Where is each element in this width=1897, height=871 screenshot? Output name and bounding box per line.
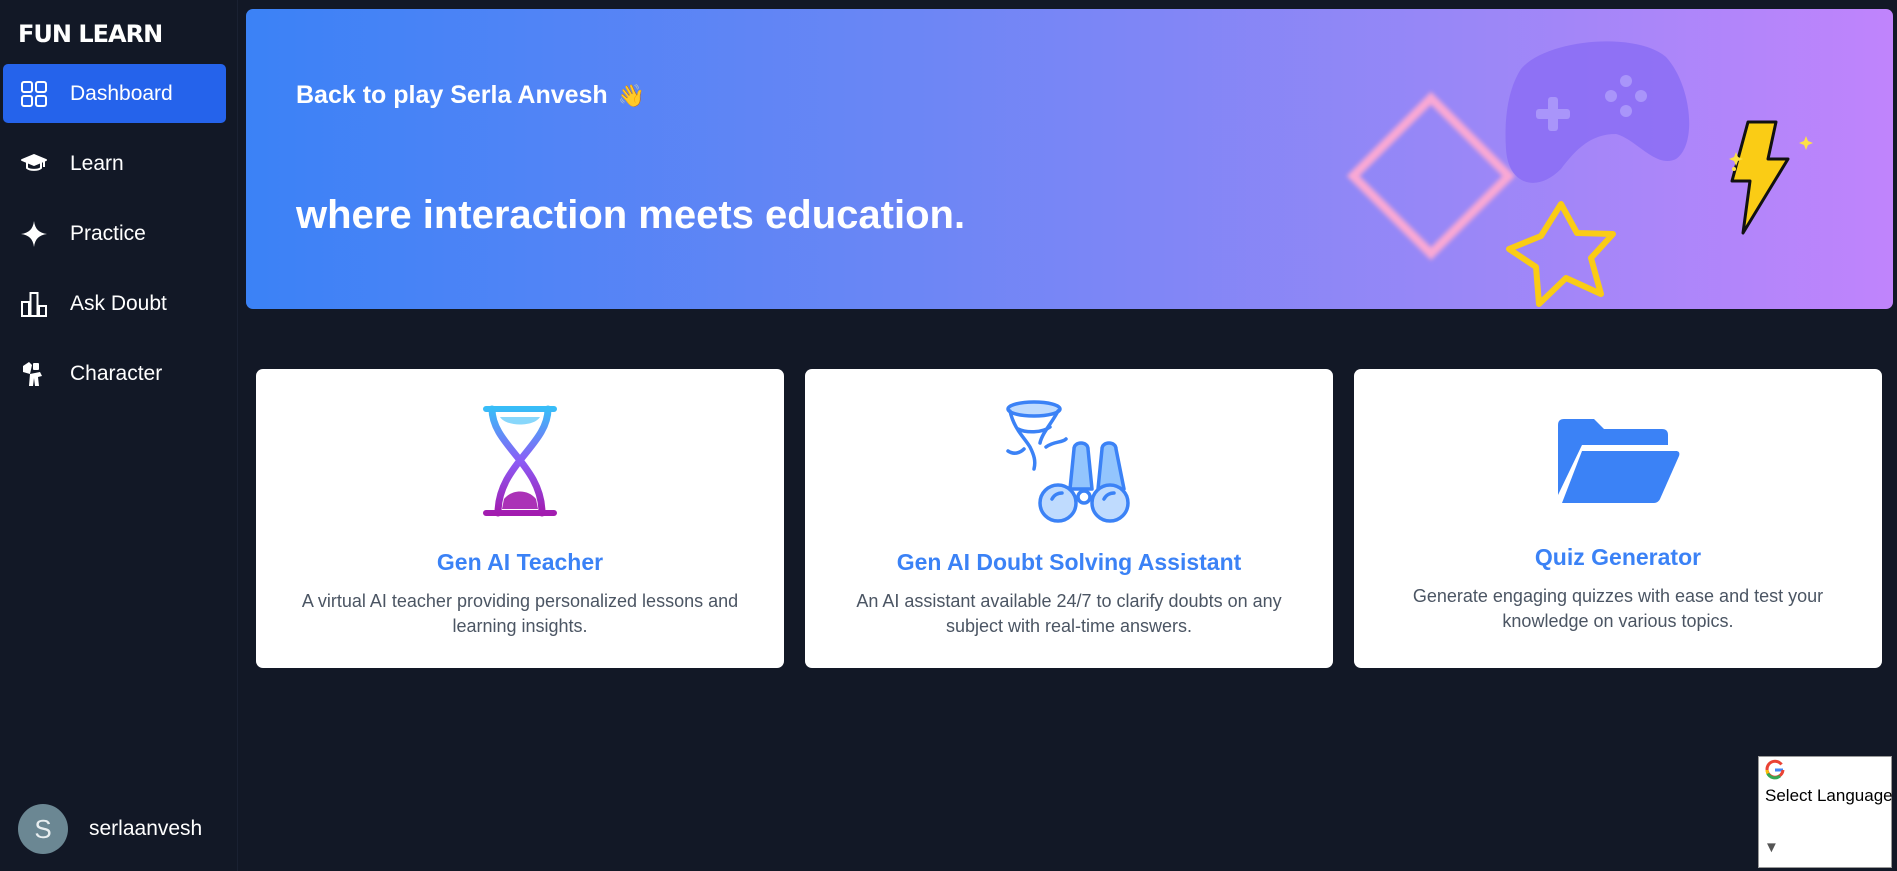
avatar[interactable]: S bbox=[18, 804, 68, 854]
sidebar-item-practice[interactable]: Practice bbox=[3, 204, 226, 263]
binoculars-icon bbox=[805, 399, 1333, 525]
sidebar-item-label: Learn bbox=[70, 151, 124, 175]
banner-decoration bbox=[1346, 41, 1813, 307]
folder-icon bbox=[1354, 419, 1882, 503]
star-icon bbox=[1506, 201, 1616, 307]
sidebar-item-label: Dashboard bbox=[70, 81, 173, 105]
bar-chart-icon bbox=[19, 289, 49, 319]
card-doubt-assistant[interactable]: Gen AI Doubt Solving Assistant An AI ass… bbox=[805, 369, 1333, 668]
diamond-icon bbox=[1346, 91, 1516, 261]
sidebar-nav: Dashboard Learn Practice Ask Doubt Chara… bbox=[3, 64, 226, 414]
sparkle-icon bbox=[19, 219, 49, 249]
chevron-down-icon[interactable]: ▼ bbox=[1764, 839, 1779, 856]
shirt-icon bbox=[19, 359, 49, 389]
card-description: Generate engaging quizzes with ease and … bbox=[1412, 586, 1824, 631]
card-description: An AI assistant available 24/7 to clarif… bbox=[856, 591, 1282, 636]
lightning-icon bbox=[1729, 120, 1813, 235]
select-language-label[interactable]: Select Language bbox=[1765, 786, 1893, 806]
user-profile[interactable]: S serlaanvesh bbox=[18, 804, 202, 854]
sidebar-item-character[interactable]: Character bbox=[3, 344, 226, 403]
gamepad-icon bbox=[1505, 41, 1690, 183]
sidebar-item-ask-doubt[interactable]: Ask Doubt bbox=[3, 274, 226, 333]
username: serlaanvesh bbox=[89, 817, 203, 840]
language-selector[interactable]: Select Language ▼ bbox=[1758, 756, 1893, 868]
welcome-banner: Back to play Serla Anvesh 👋 where interac… bbox=[246, 9, 1893, 309]
sidebar: FUN LEARN Dashboard Learn Practice Ask D… bbox=[0, 0, 238, 871]
sidebar-item-dashboard[interactable]: Dashboard bbox=[3, 64, 226, 123]
sidebar-item-learn[interactable]: Learn bbox=[3, 134, 226, 193]
sidebar-item-label: Practice bbox=[70, 221, 146, 245]
hourglass-icon bbox=[256, 405, 784, 517]
card-description: A virtual AI teacher providing personali… bbox=[301, 591, 739, 636]
graduation-cap-icon bbox=[19, 149, 49, 179]
card-title: Quiz Generator bbox=[1534, 544, 1702, 570]
card-quiz-generator[interactable]: Quiz Generator Generate engaging quizzes… bbox=[1354, 369, 1882, 668]
sidebar-item-label: Ask Doubt bbox=[70, 291, 167, 315]
brand-logo: FUN LEARN bbox=[18, 20, 163, 48]
card-title: Gen AI Teacher bbox=[436, 549, 604, 575]
grid-icon bbox=[19, 79, 49, 109]
sidebar-item-label: Character bbox=[70, 361, 163, 385]
card-gen-ai-teacher[interactable]: Gen AI Teacher A virtual AI teacher prov… bbox=[256, 369, 784, 668]
card-title: Gen AI Doubt Solving Assistant bbox=[896, 549, 1242, 575]
google-icon bbox=[1764, 759, 1786, 786]
